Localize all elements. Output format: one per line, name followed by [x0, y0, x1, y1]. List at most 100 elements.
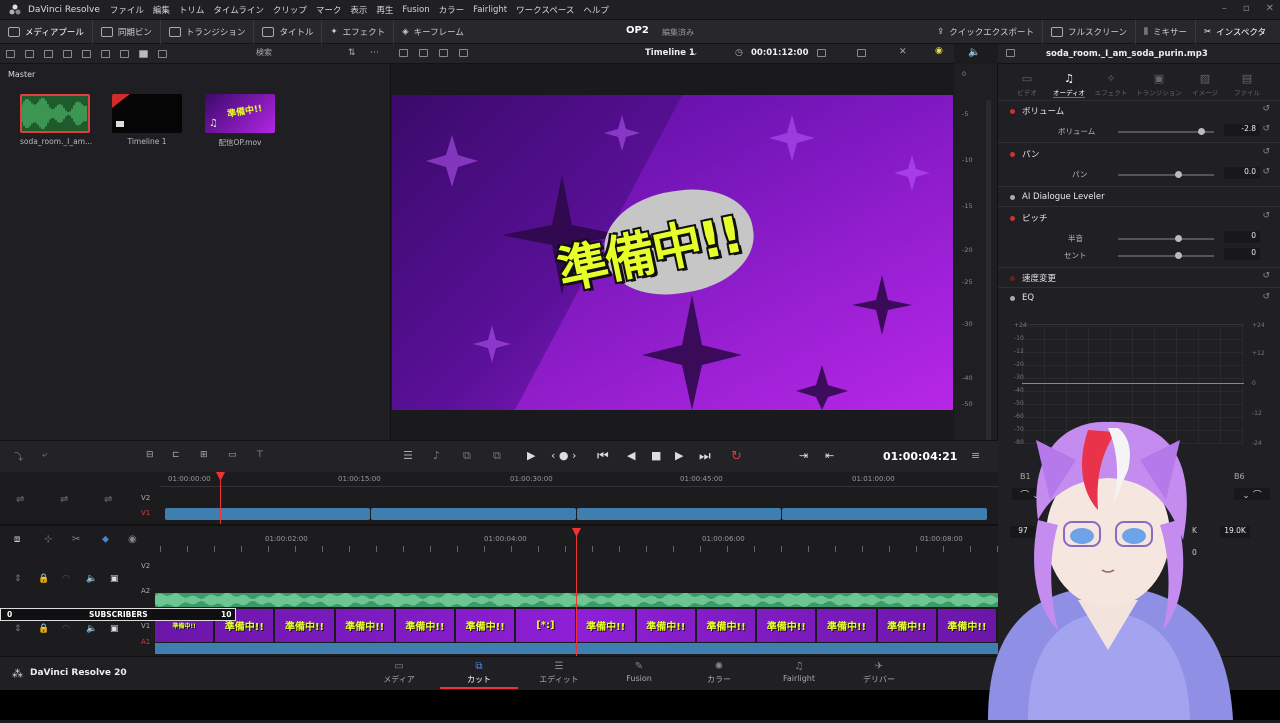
import-icon[interactable]	[25, 49, 34, 58]
effects-button[interactable]: ✦ エフェクト	[322, 19, 395, 44]
close-icon[interactable]: ✕	[1266, 3, 1274, 14]
reverse-play-icon[interactable]: ◀	[627, 449, 635, 462]
timeline-options-icon[interactable]: ⧈	[14, 534, 20, 545]
page-fairlight[interactable]: ♫ Fairlight	[760, 661, 838, 683]
menu-workspace[interactable]: ワークスペース	[516, 4, 574, 16]
razor-icon[interactable]: ✂	[72, 534, 80, 545]
slider-knob[interactable]	[1175, 171, 1182, 178]
titles-button[interactable]: タイトル	[254, 19, 323, 44]
menu-view[interactable]: 表示	[350, 4, 367, 16]
overview-clip[interactable]	[165, 508, 370, 520]
playhead-marker[interactable]	[572, 528, 581, 537]
page-fusion[interactable]: ✎ Fusion	[600, 661, 678, 683]
marker-icon[interactable]: ⬥	[102, 534, 109, 545]
cent-value[interactable]: 0	[1224, 248, 1260, 260]
tab-video[interactable]: ▭ ビデオ	[1004, 72, 1050, 97]
menu-help[interactable]: ヘルプ	[583, 4, 609, 16]
clip-video[interactable]: ♫ 準備中!! 配信OP.mov	[205, 94, 275, 148]
lock-icon[interactable]: 🔒	[38, 574, 49, 584]
clip-timeline[interactable]: Timeline 1	[112, 94, 182, 146]
enable-dot[interactable]	[1010, 215, 1015, 221]
settings-sliders-icon[interactable]: ☰	[403, 449, 413, 462]
reset-icon[interactable]: ↺	[1262, 271, 1270, 281]
volume-slider[interactable]	[1118, 128, 1214, 135]
reset-icon[interactable]: ↺	[1262, 167, 1270, 177]
volume-value[interactable]: -2.8	[1224, 124, 1260, 136]
mark-in-icon[interactable]: ⇥	[799, 449, 808, 462]
dialogue-leveler-section[interactable]: AI Dialogue Leveler	[1010, 192, 1105, 202]
search-input[interactable]: 検索	[256, 47, 336, 61]
overview-clip[interactable]	[577, 508, 781, 520]
color-icon[interactable]: ◉	[935, 46, 943, 56]
audio-mute-icon[interactable]: 🔈	[86, 624, 97, 634]
menu-fairlight[interactable]: Fairlight	[473, 5, 507, 15]
tab-file[interactable]: ▤ ファイル	[1224, 72, 1270, 97]
pitch-section[interactable]: ピッチ	[1010, 212, 1048, 224]
speed-change-section[interactable]: 速度変更	[1010, 272, 1056, 284]
page-color[interactable]: ✺ カラー	[680, 661, 758, 685]
fullscreen-button[interactable]: フルスクリーン	[1043, 20, 1137, 44]
close-up-icon[interactable]: ▭	[228, 450, 237, 460]
semitone-slider[interactable]	[1118, 235, 1214, 242]
semitone-value[interactable]: 0	[1224, 231, 1260, 243]
append-icon[interactable]: ⤶	[42, 450, 47, 460]
overview-clip[interactable]	[371, 508, 576, 520]
safe-area-icon[interactable]	[399, 49, 408, 57]
slider-knob[interactable]	[1175, 235, 1182, 242]
skip-start-icon[interactable]: ⏮	[597, 449, 609, 464]
play-icon[interactable]: ▶	[675, 449, 683, 462]
volume-section[interactable]: ボリューム	[1010, 105, 1064, 117]
minimize-icon[interactable]: –	[1222, 3, 1227, 14]
menu-timeline[interactable]: タイムライン	[213, 4, 263, 16]
output-icon[interactable]	[857, 49, 866, 57]
tab-effects[interactable]: ✧ エフェクト	[1088, 72, 1134, 97]
compare-icon[interactable]	[439, 49, 448, 57]
audio-icon[interactable]: ♪	[433, 449, 440, 462]
enable-dot[interactable]	[1010, 194, 1015, 200]
tab-image[interactable]: ▨ イメージ	[1182, 72, 1228, 97]
place-on-top-icon[interactable]: ⊤	[256, 450, 264, 460]
snap-icon[interactable]: ⊹	[44, 534, 52, 545]
eq-section[interactable]: EQ	[1010, 293, 1034, 303]
smart-insert-icon[interactable]: ⊟	[146, 450, 154, 460]
layout-icon[interactable]	[459, 49, 468, 57]
page-deliver[interactable]: ✈ デリバー	[840, 661, 918, 685]
enable-dot[interactable]	[1010, 151, 1015, 157]
mixer-button[interactable]: ⫼ ミキサー	[1136, 20, 1196, 44]
split-icon[interactable]	[419, 49, 428, 57]
enable-dot[interactable]	[1010, 275, 1015, 281]
dual-icon[interactable]: ⧉	[463, 449, 471, 463]
slider-knob[interactable]	[1198, 128, 1205, 135]
maximize-icon[interactable]: ▫	[1243, 3, 1250, 14]
enable-dot[interactable]	[1010, 295, 1015, 301]
new-bin-icon[interactable]	[63, 49, 72, 58]
link-icon[interactable]	[101, 49, 110, 58]
playhead-marker[interactable]	[216, 472, 225, 481]
play-range-icon[interactable]: ▶	[527, 449, 535, 462]
sort-icon[interactable]: ⇅	[348, 48, 356, 58]
quick-export-button[interactable]: ⇪ クイックエクスポート	[929, 20, 1043, 44]
loop-icon[interactable]: ↻	[731, 449, 742, 464]
menu-trim[interactable]: トリム	[179, 4, 205, 16]
menu-mark[interactable]: マーク	[316, 4, 342, 16]
thumbnail-view-icon[interactable]	[139, 49, 148, 58]
media-pool-button[interactable]: メディアプール	[0, 19, 93, 44]
reset-icon[interactable]: ↺	[1262, 104, 1270, 114]
pan-slider[interactable]	[1118, 171, 1214, 178]
cent-slider[interactable]	[1118, 252, 1214, 259]
auto-select-icon[interactable]: ◠	[62, 624, 70, 634]
track-tool-icon[interactable]: ⇌	[16, 494, 24, 505]
timeline-playhead[interactable]	[576, 530, 577, 656]
lock-icon[interactable]: 🔒	[38, 624, 49, 634]
timeline-panel[interactable]: 01:00:00:00 01:00:15:00 01:00:30:00 01:0…	[0, 472, 998, 656]
sidebar-toggle-icon[interactable]	[6, 49, 15, 58]
menu-playback[interactable]: 再生	[376, 4, 393, 16]
import-folder-icon[interactable]	[44, 49, 53, 58]
overview-clip[interactable]	[782, 508, 987, 520]
move-icon[interactable]: ⇕	[14, 574, 22, 584]
keyframe-button[interactable]: ◈ キーフレーム	[394, 20, 472, 44]
page-media[interactable]: ▭ メディア	[360, 661, 438, 685]
append-end-icon[interactable]: ⊏	[172, 450, 180, 460]
menu-fusion[interactable]: Fusion	[402, 5, 429, 15]
move-icon[interactable]: ⇕	[14, 624, 22, 634]
